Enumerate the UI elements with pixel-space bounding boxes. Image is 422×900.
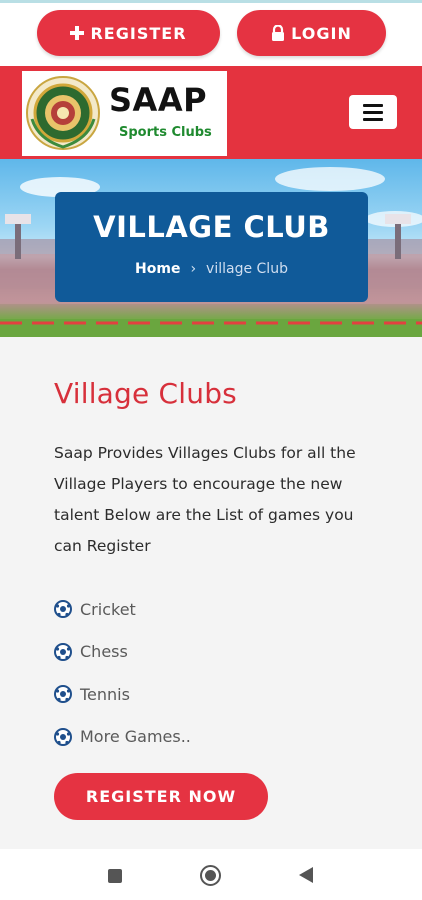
hamburger-menu-icon (363, 103, 383, 107)
login-button[interactable]: LOGIN (237, 10, 386, 56)
section-description: Saap Provides Villages Clubs for all the… (54, 444, 356, 555)
register-now-button[interactable]: REGISTER NOW (54, 773, 268, 820)
back-triangle-icon[interactable] (299, 867, 313, 883)
breadcrumb-separator: › (190, 261, 197, 277)
soccer-ball-icon (54, 685, 72, 704)
soccer-ball-icon (54, 642, 72, 661)
register-button-label: REGISTER (90, 23, 187, 43)
breadcrumb-home-link[interactable]: Home (135, 261, 180, 277)
game-name: Cricket (80, 599, 136, 619)
game-name: Chess (80, 642, 128, 662)
list-item: Tennis (54, 673, 191, 716)
home-circle-icon[interactable] (200, 865, 221, 886)
site-logo[interactable]: SAAP Sports Clubs (22, 71, 227, 156)
brand-name: SAAP (109, 81, 208, 119)
soccer-ball-icon (54, 600, 72, 619)
list-item: Chess (54, 631, 191, 674)
hero-title-card (55, 192, 368, 302)
register-button[interactable]: REGISTER (37, 10, 220, 56)
section-heading: Village Clubs (54, 377, 237, 410)
hamburger-menu-button[interactable] (349, 95, 397, 129)
games-list: Cricket Chess Tennis More Games.. (54, 588, 191, 758)
breadcrumb-current: village Club (206, 261, 288, 277)
plus-icon (70, 26, 85, 40)
game-name: More Games.. (80, 727, 191, 747)
brand-tagline: Sports Clubs (119, 125, 212, 140)
lock-icon (271, 25, 285, 41)
list-item: Cricket (54, 588, 191, 631)
list-item: More Games.. (54, 716, 191, 759)
soccer-ball-icon (54, 727, 72, 746)
breadcrumb: Home › village Club (55, 261, 368, 277)
recents-square-icon[interactable] (108, 869, 122, 883)
page-title: VILLAGE CLUB (93, 210, 330, 244)
saap-emblem-icon (26, 76, 100, 150)
login-button-label: LOGIN (291, 23, 352, 43)
game-name: Tennis (80, 684, 130, 704)
